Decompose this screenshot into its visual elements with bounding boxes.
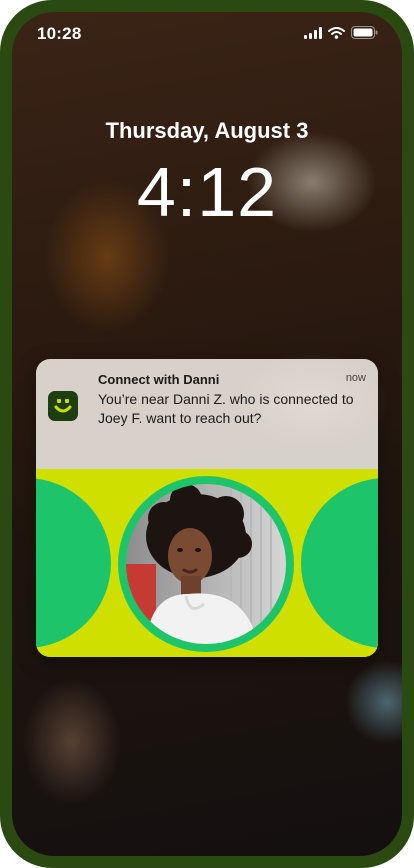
avatar — [126, 484, 286, 644]
signal-icon — [304, 26, 322, 44]
status-icons — [304, 26, 378, 44]
decorative-circle-right — [301, 478, 378, 648]
decorative-circle-left — [36, 478, 111, 648]
notification-title: Connect with Danni — [98, 372, 220, 387]
phone-frame: 10:28 Thursday, August 3 4:12 Connect wi… — [0, 0, 414, 868]
status-time: 10:28 — [37, 24, 82, 43]
notification-card[interactable]: Connect with Danni now You’re near Danni… — [36, 359, 378, 657]
status-bar: 10:28 — [12, 12, 402, 56]
smiley-icon — [48, 391, 78, 421]
notification-timestamp: now — [345, 372, 366, 384]
notification-message: You’re near Danni Z. who is connected to… — [98, 391, 354, 426]
lock-date: Thursday, August 3 — [105, 118, 309, 143]
wifi-icon — [328, 26, 345, 44]
notification-image — [36, 469, 378, 657]
lock-screen: 10:28 Thursday, August 3 4:12 Connect wi… — [12, 12, 402, 856]
lock-time: 4:12 — [136, 153, 278, 231]
battery-icon — [351, 26, 378, 44]
